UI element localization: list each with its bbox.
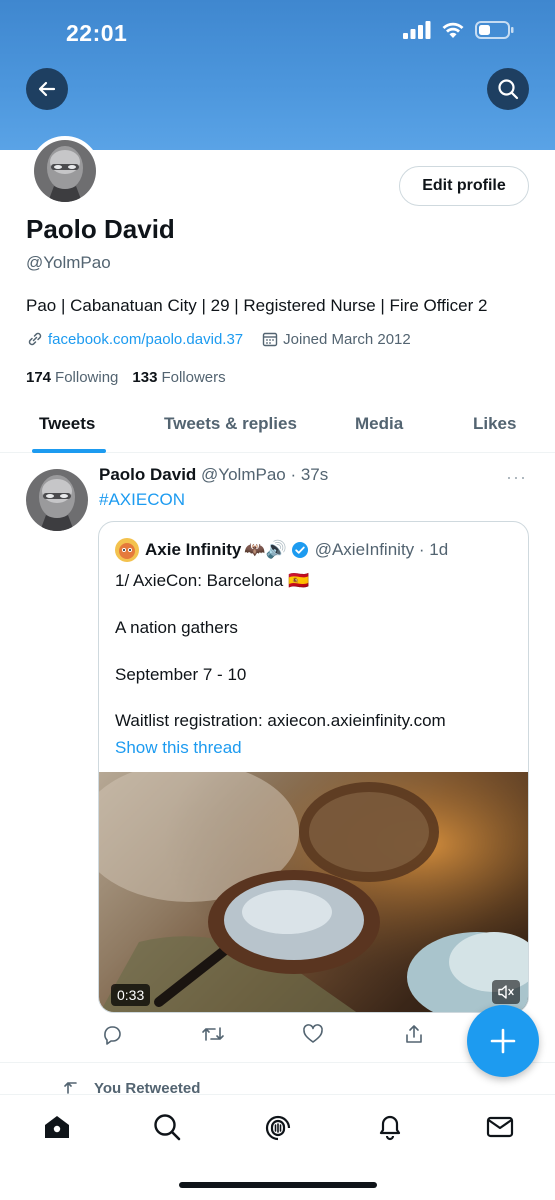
axie-avatar bbox=[115, 538, 139, 562]
reply-icon bbox=[104, 1026, 121, 1045]
followers-count: 133 bbox=[132, 369, 158, 386]
following-link[interactable]: 174 Following bbox=[26, 369, 118, 386]
profile-bio: Pao | Cabanatuan City | 29 | Registered … bbox=[26, 296, 488, 315]
show-thread-link[interactable]: Show this thread bbox=[115, 738, 242, 758]
following-count: 174 bbox=[26, 369, 52, 386]
profile-name: Paolo David bbox=[26, 214, 175, 244]
tweet-author-name[interactable]: Paolo David bbox=[99, 465, 196, 484]
quoted-author-emojis: 🦇🔊 bbox=[244, 540, 287, 559]
signal-icon bbox=[403, 21, 431, 39]
quoted-line-4: Waitlist registration: axiecon.axieinfin… bbox=[115, 711, 446, 730]
retweet-icon bbox=[201, 1027, 224, 1041]
messages-icon bbox=[486, 1116, 514, 1138]
quoted-line-1: 1/ AxieCon: Barcelona 🇪🇸 bbox=[115, 571, 310, 590]
status-time: 22:01 bbox=[66, 20, 128, 46]
status-icons bbox=[403, 20, 515, 40]
search-icon bbox=[498, 79, 519, 100]
profile-avatar[interactable] bbox=[30, 136, 100, 206]
tweet-divider bbox=[0, 1062, 555, 1063]
nav-spaces[interactable] bbox=[262, 1111, 294, 1143]
active-tab-indicator bbox=[32, 449, 106, 453]
quoted-tweet[interactable]: Axie Infinity 🦇🔊 @AxieInfinity · 1d 1/ A… bbox=[98, 521, 529, 1013]
battery-icon bbox=[475, 21, 514, 39]
following-label: Following bbox=[55, 369, 119, 386]
nav-messages[interactable] bbox=[484, 1111, 516, 1143]
tab-tweets[interactable]: Tweets bbox=[39, 414, 95, 434]
tweet-avatar[interactable] bbox=[26, 469, 88, 531]
nav-explore[interactable] bbox=[151, 1111, 183, 1143]
spaces-icon bbox=[265, 1115, 291, 1141]
like-button[interactable] bbox=[301, 1022, 325, 1046]
quoted-tweet-header: Axie Infinity 🦇🔊 @AxieInfinity · 1d bbox=[115, 538, 448, 562]
compose-tweet-button[interactable] bbox=[467, 1005, 539, 1077]
calendar-icon bbox=[262, 332, 278, 347]
edit-profile-button[interactable]: Edit profile bbox=[399, 166, 529, 206]
quoted-video[interactable]: 0:33 bbox=[99, 772, 528, 1012]
quoted-author-name: Axie Infinity bbox=[145, 540, 242, 559]
mute-button[interactable] bbox=[492, 980, 520, 1004]
video-thumbnail bbox=[99, 772, 528, 1012]
followers-link[interactable]: 133 Followers bbox=[132, 369, 225, 386]
tab-likes[interactable]: Likes bbox=[473, 414, 516, 434]
avatar-image bbox=[26, 469, 88, 531]
video-duration: 0:33 bbox=[111, 984, 151, 1006]
quoted-author-handle: @AxieInfinity · 1d bbox=[314, 540, 449, 559]
nav-notifications[interactable] bbox=[374, 1111, 406, 1143]
home-indicator bbox=[179, 1182, 377, 1188]
follow-stats: 174 Following 133 Followers bbox=[26, 369, 226, 386]
retweet-button[interactable] bbox=[201, 1022, 225, 1046]
home-icon bbox=[45, 1116, 69, 1138]
share-button[interactable] bbox=[402, 1022, 426, 1046]
nav-home[interactable] bbox=[41, 1111, 73, 1143]
search-button[interactable] bbox=[487, 68, 529, 110]
followers-label: Followers bbox=[161, 369, 226, 386]
tweet-hashtag[interactable]: #AXIECON bbox=[99, 490, 185, 510]
share-icon bbox=[405, 1025, 422, 1043]
quoted-line-3: September 7 - 10 bbox=[115, 665, 247, 684]
profile-tabs: Tweets Tweets & replies Media Likes bbox=[0, 400, 555, 453]
profile-meta: facebook.com/paolo.david.37 Joined March… bbox=[26, 330, 411, 348]
notifications-icon bbox=[379, 1115, 401, 1141]
mute-icon bbox=[498, 985, 514, 999]
profile-link[interactable]: facebook.com/paolo.david.37 bbox=[48, 331, 243, 348]
back-button[interactable] bbox=[26, 68, 68, 110]
tab-media[interactable]: Media bbox=[355, 414, 403, 434]
back-arrow-icon bbox=[38, 81, 56, 97]
profile-handle: @YolmPao bbox=[26, 253, 111, 272]
tab-tweets-replies[interactable]: Tweets & replies bbox=[164, 414, 297, 434]
more-icon[interactable]: ··· bbox=[506, 467, 527, 488]
avatar-image bbox=[34, 140, 96, 202]
joined-date: Joined March 2012 bbox=[283, 330, 411, 348]
quoted-line-2: A nation gathers bbox=[115, 618, 238, 637]
link-icon bbox=[28, 332, 42, 346]
verified-icon bbox=[291, 542, 308, 558]
like-icon bbox=[303, 1024, 323, 1043]
tweet-author-handle: @YolmPao · 37s bbox=[201, 465, 329, 484]
wifi-icon bbox=[442, 22, 464, 38]
reply-button[interactable] bbox=[100, 1022, 124, 1046]
explore-icon bbox=[154, 1114, 181, 1141]
tweet-actions bbox=[98, 1022, 528, 1046]
compose-icon bbox=[490, 1028, 516, 1054]
tweet-header: Paolo David @YolmPao · 37s bbox=[99, 465, 328, 485]
